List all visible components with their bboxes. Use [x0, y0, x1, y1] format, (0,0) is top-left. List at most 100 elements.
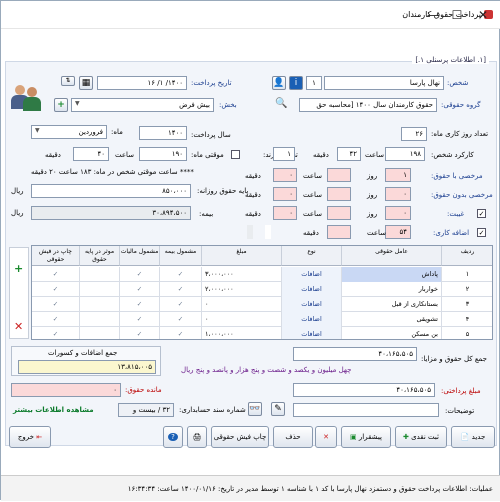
branch-label: بخش:	[219, 101, 237, 109]
leave-paid-minutes[interactable]: ۰	[273, 168, 297, 182]
delete-button-icon-only[interactable]: ✕	[315, 426, 337, 448]
table-cell-type: اضافات	[282, 327, 342, 339]
leave-unpaid-label: مرخصی بدون حقوق:	[431, 191, 493, 199]
temp-hours-field[interactable]: ۱۹۰	[139, 147, 187, 161]
insurance-label: بیمه:	[199, 210, 214, 218]
table-cell-n: ۴	[442, 312, 492, 327]
table-cell-ins: ✓	[160, 312, 202, 327]
table-row[interactable]: ۱ پاداش اضافات ۳،۰۰۰،۰۰۰ ✓ ✓ ✓	[32, 267, 492, 282]
delete-button[interactable]: حذف	[273, 426, 313, 448]
absence-minutes[interactable]: ۰	[273, 206, 297, 220]
print-button[interactable]: 🖨	[187, 426, 207, 448]
new-button[interactable]: جدید 📄	[451, 426, 495, 448]
advance-button[interactable]: پیشقرار ▣	[341, 426, 391, 448]
delete-row-icon[interactable]: ✕	[14, 320, 23, 333]
table-cell-name: بستانکاری از قبل	[342, 297, 442, 312]
overtime-hours[interactable]: ۵۴	[385, 225, 411, 239]
status-bar: عملیات: اطلاعات پرداخت حقوق و دستمزد نها…	[1, 475, 500, 501]
daily-salary-field[interactable]: ۸۵۰،۰۰۰	[31, 184, 191, 198]
base-total-field: ۳۰،۸۹۴،۵۰۰	[31, 206, 191, 220]
table-row[interactable]: ۳ بستانکاری از قبل اضافات ۰ ✓ ✓ ✓	[32, 297, 492, 312]
delete-button-label: حذف	[285, 433, 301, 441]
minimize-button[interactable]: —	[423, 7, 443, 23]
table-cell-tax: ✓	[120, 297, 160, 312]
add-row-icon[interactable]: +	[14, 262, 23, 275]
temp-checkbox[interactable]	[231, 150, 240, 159]
table-row[interactable]: ۴ تشویقی اضافات ۰ ✓ ✓ ✓	[32, 312, 492, 327]
search-icon[interactable]: 🔍	[275, 98, 287, 109]
person-name-field[interactable]: نهال پارسا	[324, 76, 444, 90]
month-select[interactable]: فروردین	[31, 125, 107, 139]
branch-select[interactable]: بیش فرض	[71, 98, 214, 112]
notes-field[interactable]	[293, 403, 439, 417]
col-header-type: نوع	[282, 246, 342, 266]
col-header-base: موثر در پایه حقوق	[80, 246, 120, 266]
calendar-icon[interactable]: ▦	[79, 76, 93, 90]
table-cell-tax: ✓	[120, 267, 160, 282]
date-spin-icon[interactable]: ⇅	[61, 76, 75, 86]
overtime-hours-unit: ساعت	[367, 229, 387, 237]
temp-minutes-field[interactable]: ۴۰	[73, 147, 109, 161]
print-slip-button[interactable]: چاپ فیش حقوقی	[211, 426, 269, 448]
table-row[interactable]: ۲ خواربار اضافات ۲،۰۰۰،۰۰۰ ✓ ✓ ✓	[32, 282, 492, 297]
leave-paid-hours-unit: ساعت	[303, 172, 323, 180]
edit-voucher-icon[interactable]: ✎	[271, 402, 285, 416]
leave-paid-hours[interactable]	[327, 168, 351, 182]
table-cell-name: بن مسکن	[342, 327, 442, 339]
leave-unpaid-hours[interactable]	[327, 187, 351, 201]
col-header-amount: مبلغ	[202, 246, 282, 266]
children-field[interactable]: ۱	[273, 147, 295, 161]
work-minutes-field[interactable]: ۴۲	[337, 147, 361, 161]
absence-hours-unit: ساعت	[303, 210, 323, 218]
new-icon: 📄	[460, 433, 470, 441]
salary-items-table: ردیف عامل حقوقی نوع مبلغ مشمول بیمه مشمو…	[31, 245, 493, 340]
temp-hours-unit: ساعت	[115, 151, 135, 159]
absence-hours[interactable]	[327, 206, 351, 220]
col-header-print: چاپ در فیش حقوقی	[32, 246, 80, 266]
table-cell-base	[80, 312, 120, 327]
exit-button[interactable]: ⇤ خروج	[9, 426, 51, 448]
absence-days[interactable]: ۰	[385, 206, 411, 220]
overtime-checkbox[interactable]: ✓	[477, 228, 486, 237]
salary-group-label: گروه حقوقی:	[441, 101, 481, 109]
remaining-label: مانده حقوق:	[125, 386, 162, 394]
more-info-link[interactable]: مشاهده اطلاعات بیشتر	[13, 406, 94, 414]
leave-unpaid-days[interactable]: ۰	[385, 187, 411, 201]
leave-unpaid-minutes[interactable]: ۰	[273, 187, 297, 201]
exit-icon: ⇤	[36, 433, 43, 441]
info-icon[interactable]: i	[289, 76, 303, 90]
maximize-button[interactable]: ☐	[447, 7, 467, 23]
absence-days-unit: روز	[367, 210, 378, 218]
exit-button-label: خروج	[17, 433, 34, 441]
leave-paid-minutes-unit: دقیقه	[245, 172, 261, 180]
table-cell-amount: ۲،۰۰۰،۰۰۰	[202, 282, 282, 297]
overtime-minutes[interactable]	[327, 225, 351, 239]
voucher-label: شماره سند حسابداری:	[179, 406, 246, 414]
leave-paid-days[interactable]: ۱	[385, 168, 411, 182]
work-hours-field[interactable]: ۱۹۸	[385, 147, 425, 161]
totals-field: ۱۳،۸۱۵،۰۰۵	[18, 360, 156, 374]
add-branch-icon[interactable]: +	[54, 98, 68, 112]
close-button[interactable]: ✕	[473, 7, 493, 23]
help-button[interactable]: ?	[163, 426, 183, 448]
person-code-field[interactable]: ۱	[306, 76, 322, 90]
gross-words: چهل میلیون و یکصد و شصت و پنج هزار و پان…	[181, 366, 352, 374]
salary-group-select[interactable]: حقوق کارمندان سال ۱۴۰۰ [محاسبه حق	[299, 98, 437, 112]
month-label: ماه:	[111, 128, 123, 136]
pay-year-label: سال پرداخت:	[191, 131, 231, 139]
payable-field[interactable]: ۴۰،۱۶۵،۵۰۵	[293, 383, 435, 397]
table-cell-ins: ✓	[160, 267, 202, 282]
pay-year-field[interactable]: ۱۴۰۰	[139, 126, 187, 140]
absence-checkbox[interactable]: ✓	[477, 209, 486, 218]
table-cell-ins: ✓	[160, 282, 202, 297]
voucher-number-field[interactable]: ۳۲ / بیست و	[118, 403, 174, 417]
view-voucher-icon[interactable]: 👓	[248, 402, 262, 416]
table-row[interactable]: ۵ بن مسکن اضافات ۱،۰۰۰،۰۰۰ ✓ ✓ ✓	[32, 327, 492, 339]
pay-date-field[interactable]: ۱۴۰۰/ ۱/ ۱۶	[97, 76, 187, 90]
work-days-field[interactable]: ۲۶	[401, 127, 427, 141]
table-cell-tax: ✓	[120, 282, 160, 297]
cash-button[interactable]: ثبت نقدی ✚	[395, 426, 447, 448]
month-chevron-icon: ▼	[35, 127, 40, 134]
hours-unit: ساعت	[365, 151, 385, 159]
person-card-icon[interactable]: 👤	[272, 76, 286, 90]
